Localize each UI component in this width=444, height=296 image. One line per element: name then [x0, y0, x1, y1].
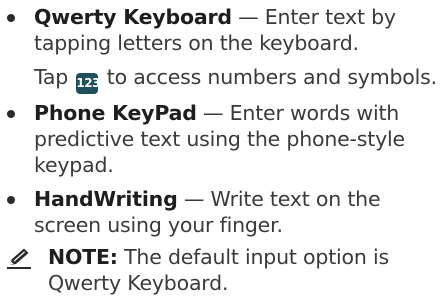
tap-hint-paragraph: Tap 123 to access numbers and symbols.	[34, 64, 444, 94]
bullet-dot-icon	[7, 196, 15, 204]
tap-hint-before: Tap	[34, 65, 75, 89]
pencil-note-icon	[7, 248, 31, 269]
tap-hint-after: to access numbers and symbols.	[100, 65, 437, 89]
bullet-term: Phone KeyPad	[34, 101, 197, 125]
bullet-text: Phone KeyPad — Enter words with predicti…	[34, 100, 444, 178]
bullet-text: HandWriting — Write text on the screen u…	[34, 186, 444, 238]
note-text: NOTE: The default input option is Qwerty…	[48, 244, 444, 296]
numbers-key-icon: 123	[76, 73, 100, 94]
bullet-term: HandWriting	[34, 187, 178, 211]
note-label: NOTE:	[48, 245, 118, 269]
bullet-text: Qwerty Keyboard — Enter text by tapping …	[34, 4, 444, 56]
bullet-dot-icon	[7, 110, 15, 118]
bullet-dot-icon	[7, 14, 15, 22]
bullet-term: Qwerty Keyboard	[34, 5, 232, 29]
input-methods-page: Qwerty Keyboard — Enter text by tapping …	[0, 0, 444, 296]
